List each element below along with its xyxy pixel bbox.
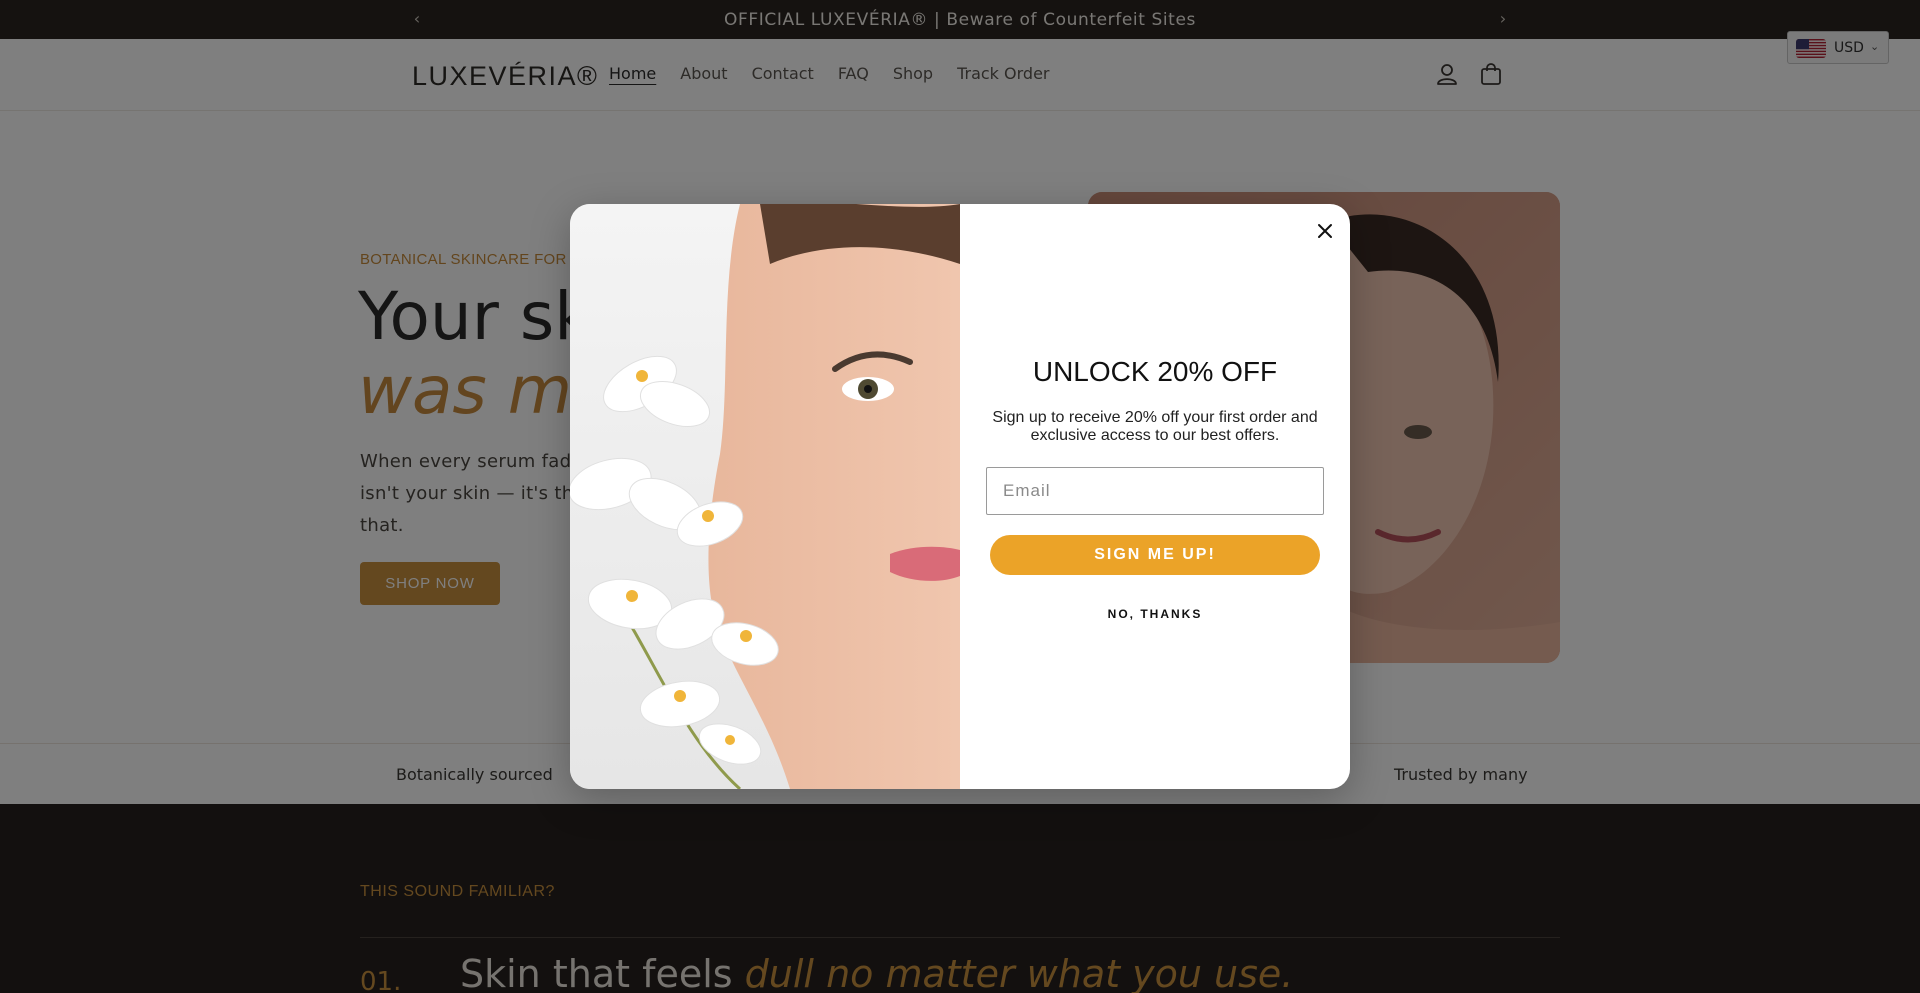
no-thanks-button[interactable]: NO, THANKS [960, 607, 1350, 621]
popup-model-image [570, 204, 960, 789]
close-icon[interactable] [1311, 217, 1339, 245]
popup-title: UNLOCK 20% OFF [1032, 356, 1278, 387]
signup-popup: UNLOCK 20% OFF Sign up to receive 20% of… [570, 204, 1350, 789]
popup-subtitle: Sign up to receive 20% off your first or… [992, 409, 1318, 444]
sign-me-up-button[interactable]: SIGN ME UP! [990, 535, 1320, 575]
email-input[interactable] [986, 467, 1324, 515]
